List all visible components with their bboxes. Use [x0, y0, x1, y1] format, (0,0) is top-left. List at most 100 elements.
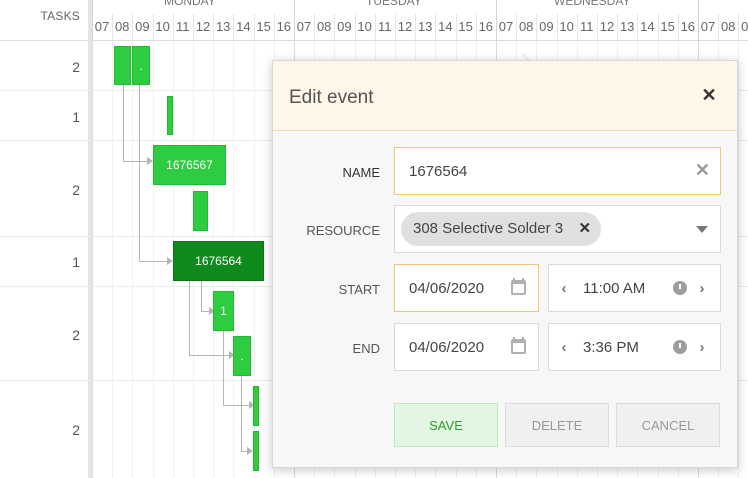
- event-bar[interactable]: [167, 96, 173, 135]
- dialog-title: Edit event: [289, 87, 374, 108]
- header-divider: [334, 14, 336, 40]
- event-bar[interactable]: 1: [213, 291, 234, 331]
- event-bar-selected[interactable]: 1676564: [173, 241, 264, 281]
- hour-label: 12: [599, 19, 615, 34]
- header-divider: [92, 0, 93, 40]
- remove-chip-icon[interactable]: ✕: [579, 212, 592, 246]
- event-bar[interactable]: [114, 46, 131, 85]
- header-divider: [273, 14, 275, 40]
- header-divider: [556, 14, 558, 40]
- chevron-right-icon[interactable]: ›: [695, 280, 709, 298]
- hour-label: 11: [378, 19, 392, 34]
- row-task-count: 2: [72, 422, 80, 438]
- header-divider: [415, 14, 417, 40]
- dependency-line: [189, 355, 231, 356]
- hour-label: 12: [397, 19, 413, 34]
- hour-label: 14: [438, 19, 453, 34]
- grid-line: [112, 41, 114, 478]
- event-bar[interactable]: [193, 191, 208, 231]
- header-divider: [617, 14, 619, 40]
- dependency-line: [123, 161, 149, 162]
- hour-label: 10: [559, 19, 574, 34]
- event-bar[interactable]: .: [132, 46, 150, 85]
- grid-line: [132, 41, 134, 478]
- resource-chip-label: 308 Selective Solder 3: [413, 220, 564, 237]
- end-label: END: [352, 341, 380, 356]
- resource-label: RESOURCE: [306, 223, 380, 238]
- hour-label: 16: [276, 19, 292, 34]
- tasks-header-label: TASKS: [40, 9, 80, 23]
- dependency-line: [123, 85, 124, 161]
- chevron-right-icon[interactable]: ›: [695, 339, 709, 357]
- cancel-button[interactable]: CANCEL: [616, 403, 720, 447]
- hour-label: 11: [580, 19, 594, 34]
- header-divider: [657, 14, 659, 40]
- header-divider: [516, 14, 518, 40]
- header-divider: [738, 14, 740, 40]
- name-label: NAME: [342, 165, 380, 180]
- chevron-left-icon[interactable]: ‹: [557, 280, 571, 298]
- header-divider: [637, 14, 639, 40]
- clear-icon[interactable]: ✕: [695, 160, 710, 181]
- hour-label: 13: [417, 19, 433, 34]
- dependency-line: [189, 281, 190, 355]
- event-bar[interactable]: [253, 386, 259, 426]
- header-divider: [172, 14, 174, 40]
- calendar-icon[interactable]: [511, 278, 526, 295]
- event-bar[interactable]: [253, 431, 259, 471]
- header-divider: [233, 14, 235, 40]
- header-divider: [455, 14, 457, 40]
- hour-label: 10: [357, 19, 372, 34]
- name-field[interactable]: 1676564 ✕: [394, 147, 721, 195]
- start-time-field[interactable]: ‹ 11:00 AM ›: [548, 264, 721, 312]
- hour-label: 08: [518, 19, 534, 34]
- hour-label: 07: [94, 19, 110, 34]
- event-bar[interactable]: .: [233, 336, 251, 376]
- hour-label: 09: [539, 19, 554, 34]
- hour-label: 15: [256, 19, 271, 34]
- header-divider: [374, 14, 376, 40]
- header-divider: [294, 0, 295, 40]
- dialog-header: Edit event ✕: [273, 61, 737, 131]
- hour-label: 16: [478, 19, 494, 34]
- header-divider: [253, 14, 255, 40]
- hour-label: 08: [316, 19, 332, 34]
- delete-button[interactable]: DELETE: [505, 403, 609, 447]
- hour-label: 09: [135, 19, 150, 34]
- close-icon[interactable]: ✕: [699, 85, 719, 105]
- header-divider: [718, 14, 720, 40]
- end-time-value: 3:36 PM: [583, 339, 639, 356]
- row-task-count: 2: [72, 182, 80, 198]
- start-label: START: [338, 282, 380, 297]
- hour-label: 07: [498, 19, 514, 34]
- row-task-count: 2: [72, 59, 80, 75]
- hour-label: 12: [195, 19, 211, 34]
- resource-combo[interactable]: 308 Selective Solder 3 ✕: [394, 205, 721, 253]
- chevron-down-icon[interactable]: [696, 226, 708, 233]
- end-time-field[interactable]: ‹ 3:36 PM ›: [548, 323, 721, 371]
- event-bar[interactable]: 1676567: [153, 145, 226, 185]
- header-divider: [435, 14, 437, 40]
- header-divider: [677, 14, 679, 40]
- header-divider: [597, 14, 598, 40]
- dependency-line: [139, 85, 140, 261]
- header-divider: [395, 14, 396, 40]
- header-divider: [354, 14, 356, 40]
- header-divider: [698, 0, 699, 40]
- calendar-icon[interactable]: [511, 337, 526, 354]
- header-divider: [475, 14, 477, 40]
- hour-label: 07: [700, 19, 716, 34]
- start-time-value: 11:00 AM: [583, 280, 646, 297]
- hour-label: 15: [458, 19, 473, 34]
- end-date-field[interactable]: 04/06/2020: [394, 323, 539, 371]
- dependency-line: [139, 261, 167, 262]
- header-divider: [213, 14, 215, 40]
- end-date-value: 04/06/2020: [409, 339, 485, 356]
- start-date-field[interactable]: 04/06/2020: [394, 264, 539, 312]
- row-task-count: 2: [72, 327, 80, 343]
- day-label-tuesday: TUESDAY: [366, 0, 422, 8]
- hour-label: 09: [337, 19, 352, 34]
- save-button[interactable]: SAVE: [394, 403, 498, 447]
- chevron-left-icon[interactable]: ‹: [557, 339, 571, 357]
- hour-label: 08: [114, 19, 130, 34]
